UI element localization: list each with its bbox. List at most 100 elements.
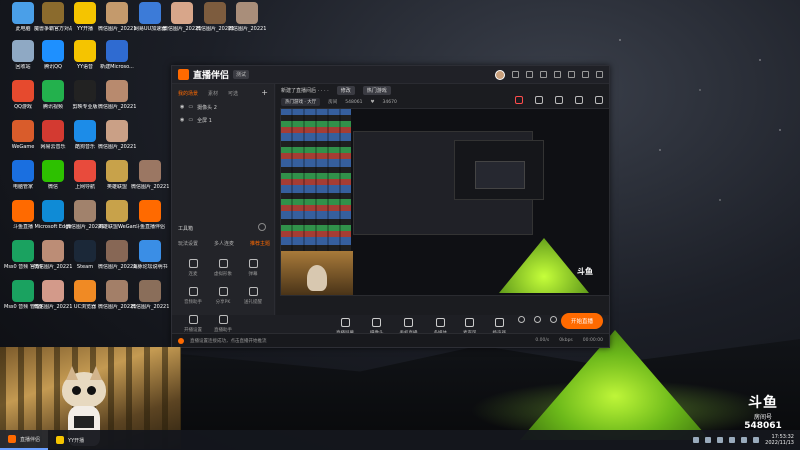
app-icon xyxy=(204,2,226,24)
category-chip[interactable]: 热门游戏 xyxy=(362,86,391,95)
scene-item[interactable]: ◉ ▭ 摄像头 2 xyxy=(172,101,274,114)
tab-scenes[interactable]: 我的场景 xyxy=(178,90,198,97)
app-icon xyxy=(42,200,64,222)
minimize-icon[interactable] xyxy=(568,71,575,78)
main-area: 新建了直播间后 · · · · 修改 热门游戏 热门游戏 · 大厅 房间 548… xyxy=(276,84,610,336)
app-icon xyxy=(106,2,128,24)
avatar-icon xyxy=(218,259,228,268)
app-icon xyxy=(139,2,161,24)
link-icon xyxy=(188,259,198,268)
toolbox-collapse-icon[interactable] xyxy=(258,223,266,231)
tool-item[interactable]: 音频助手 xyxy=(178,287,208,305)
fans-icon: ♥ xyxy=(370,99,375,105)
cpu-metric: 0.00/s xyxy=(535,338,550,343)
subcategory-chip[interactable]: 热门游戏 · 大厅 xyxy=(281,98,321,106)
app-badge[interactable]: 测试 xyxy=(233,70,250,79)
tool-item[interactable]: 虚拟形象 xyxy=(208,259,238,277)
network-icon[interactable] xyxy=(693,437,700,443)
desktop-icon-label: 微信图片_2022101... xyxy=(98,144,136,150)
preview-nested-window-3 xyxy=(475,161,525,189)
app-icon xyxy=(139,160,161,182)
tool-label: 虚拟形象 xyxy=(214,272,232,277)
app-icon xyxy=(42,40,64,62)
app-icon xyxy=(12,120,34,142)
shield-icon[interactable] xyxy=(729,437,736,443)
maximize-icon[interactable] xyxy=(582,71,589,78)
toolbox-tabs: 玩法设置 多人连麦 推荐主题 xyxy=(178,240,270,247)
edit-title-button[interactable]: 修改 xyxy=(336,86,355,95)
eye-icon[interactable]: ◉ xyxy=(180,117,184,124)
menu-icon[interactable] xyxy=(554,71,561,78)
tool-item[interactable]: 分享PK xyxy=(208,287,238,305)
eye-icon[interactable] xyxy=(534,316,541,323)
settings-icon[interactable] xyxy=(526,71,533,78)
record-icon[interactable] xyxy=(518,316,525,323)
desktop-icon[interactable]: 海豚论坛说明书 xyxy=(131,240,169,280)
desktop-icon[interactable]: 新建Microso... xyxy=(98,40,136,80)
taskbar-item-yy[interactable]: YY开播 xyxy=(48,430,92,450)
user-avatar[interactable] xyxy=(495,69,505,80)
live-preview[interactable]: 斗鱼 xyxy=(280,108,610,296)
app-icon xyxy=(106,200,128,222)
status-message: 直播设置连接成功，点击直播开始推流 xyxy=(190,338,267,344)
taskbar-item-live-assistant[interactable]: 直播伴侣 xyxy=(0,430,49,450)
tool-item[interactable]: 连麦 xyxy=(178,259,208,277)
bell-icon[interactable] xyxy=(575,96,583,104)
desktop-icon[interactable]: 微信图片_2022101... xyxy=(98,120,136,160)
desktop-icon[interactable]: 微信图片_2022101... xyxy=(98,80,136,120)
taskbar-item-label: YY开播 xyxy=(68,437,85,444)
close-icon[interactable] xyxy=(596,71,603,78)
clock[interactable]: 17:53:32 2022/11/13 xyxy=(765,434,794,446)
desktop-icon[interactable]: 斗鱼直播伴侣 xyxy=(131,200,169,240)
app-icon xyxy=(12,80,34,102)
desktop-icon-label: 微信图片_2022111... xyxy=(228,26,266,32)
volume-icon[interactable] xyxy=(741,437,748,443)
titlebar-controls xyxy=(495,69,603,80)
app-icon xyxy=(42,80,64,102)
tab-assets[interactable]: 素材 xyxy=(208,90,218,97)
wechat-tray-icon[interactable] xyxy=(705,437,712,443)
tab-multi-mic[interactable]: 多人连麦 xyxy=(214,240,234,247)
toolbox-grid: 连麦 虚拟形象 弹幕 音频助手 分享PK 送礼提醒 开播设置 直播助手 xyxy=(178,259,268,333)
app-icon xyxy=(236,2,258,24)
eye-icon[interactable]: ◉ xyxy=(180,104,184,111)
app-icon xyxy=(12,240,34,262)
tab-play-settings[interactable]: 玩法设置 xyxy=(178,240,198,247)
room-title[interactable]: 新建了直播间后 · · · · xyxy=(281,87,329,94)
app-icon xyxy=(12,280,34,302)
tool-item[interactable]: 弹幕 xyxy=(238,259,268,277)
start-live-button[interactable]: 开始直播 xyxy=(560,313,603,329)
app-icon xyxy=(74,120,96,142)
gift-icon xyxy=(248,287,258,296)
qq-tray-icon[interactable] xyxy=(717,437,724,443)
share-icon[interactable] xyxy=(595,96,603,104)
ime-icon[interactable] xyxy=(753,437,760,443)
tool-label: 音频助手 xyxy=(184,300,202,305)
tool-item[interactable]: 送礼提醒 xyxy=(238,287,268,305)
desktop-icon-label: 微信图片_2022101... xyxy=(98,104,136,110)
helper-icon xyxy=(218,315,228,324)
live-settings-icon xyxy=(188,315,198,324)
warning-icon xyxy=(178,337,184,344)
live-assistant-icon xyxy=(8,435,16,443)
folder-icon: ▭ xyxy=(188,104,194,110)
tab-options[interactable]: 可选 xyxy=(228,90,238,97)
lock-icon[interactable] xyxy=(535,96,543,104)
gift-icon[interactable] xyxy=(515,96,523,104)
app-icon xyxy=(74,40,96,62)
tab-recommended[interactable]: 推荐主题 xyxy=(250,240,270,247)
desktop-icon[interactable]: 微信图片_2022111... xyxy=(228,2,266,42)
tool-icon[interactable] xyxy=(555,96,563,104)
desktop-icon[interactable]: 微信图片_2022101... xyxy=(131,160,169,200)
scene-item[interactable]: ◉ ▭ 全屏 1 xyxy=(172,114,274,127)
desktop-icon[interactable]: 微信图片_2022111... xyxy=(131,280,169,320)
app-icon xyxy=(74,280,96,302)
mic-icon xyxy=(465,318,475,327)
tool-item[interactable]: 直播助手 xyxy=(208,315,238,333)
yy-icon xyxy=(56,436,65,444)
message-icon[interactable] xyxy=(512,71,519,78)
gear-icon[interactable] xyxy=(550,316,557,323)
add-scene-button[interactable]: + xyxy=(261,89,268,97)
skin-icon[interactable] xyxy=(540,71,547,78)
tool-item[interactable]: 开播设置 xyxy=(178,315,208,333)
